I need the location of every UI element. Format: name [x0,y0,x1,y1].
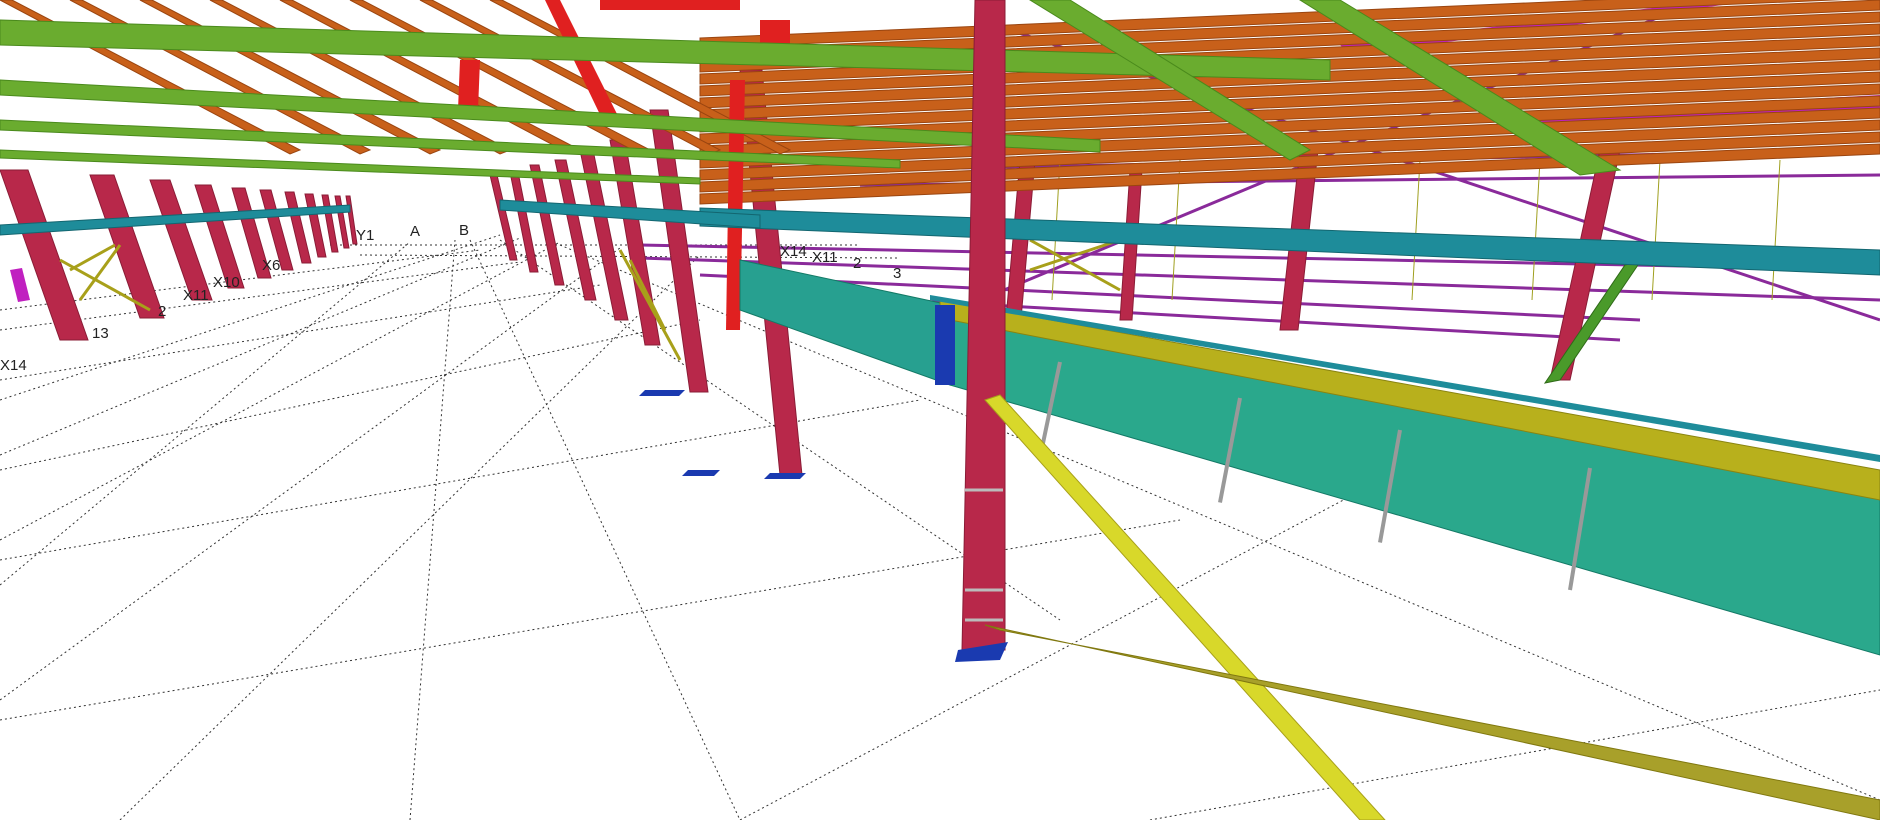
wall-post [1531,159,1541,301]
green-brace [1543,261,1642,384]
structural-model-scene[interactable]: X14 13 2 X11 X10 X6 Y1 A B X14 X11 2 3 [0,0,1880,820]
base-plate [639,390,685,396]
girder-bracket [935,305,955,385]
grid-label-x14-right: X14 [780,243,807,260]
crane-girder [739,259,1880,656]
left-column-row [0,169,358,341]
column [321,194,339,253]
wall-post [1771,159,1781,301]
grid-label-3-right: 3 [893,265,901,282]
grid-label-x11: X11 [183,287,209,304]
grid-label-b: B [459,222,469,239]
bracing-rod [984,624,1880,820]
wall-post [1651,159,1661,301]
main-column-flange [961,0,1006,651]
red-member [458,60,480,110]
grid-label-2-right: 2 [853,255,861,272]
grid-label-y1: Y1 [356,227,374,244]
wall-bracing [69,243,116,272]
crane-girder-web [949,304,1880,656]
grid-label-x11-right: X11 [812,249,838,266]
grid-label-x6: X6 [262,257,280,274]
grid-label-x14: X14 [0,357,27,374]
column [0,169,89,341]
grid-label-x10: X10 [213,274,240,291]
magenta-member [10,268,30,302]
column [304,193,327,258]
base-plate [764,473,806,479]
grid-label-a: A [410,223,420,240]
grid-label-2: 2 [158,303,166,320]
model-3d-viewport[interactable]: X14 13 2 X11 X10 X6 Y1 A B X14 X11 2 3 [0,0,1880,820]
base-plate [682,470,720,476]
red-member [600,0,740,10]
grid-label-13: 13 [92,325,109,342]
